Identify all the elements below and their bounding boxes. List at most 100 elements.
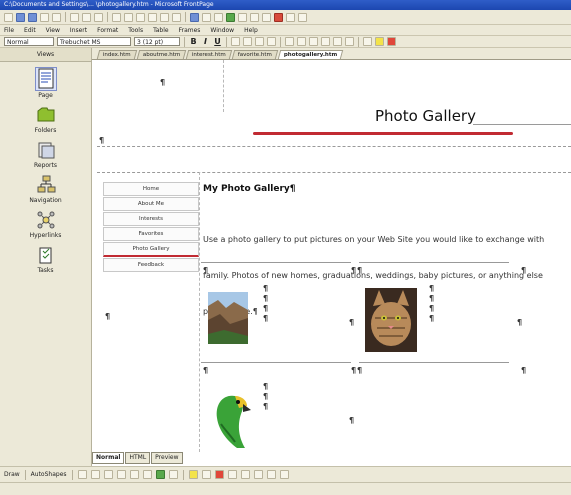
tab-preview[interactable]: Preview: [151, 452, 183, 464]
nav-interests-button[interactable]: Interests: [103, 212, 199, 226]
insert-picture-icon[interactable]: [226, 12, 235, 22]
align-center-icon[interactable]: [243, 37, 252, 46]
tab-favorite[interactable]: favorite.htm: [231, 50, 279, 59]
align-left-icon[interactable]: [231, 37, 240, 46]
italic-button[interactable]: I: [201, 37, 210, 46]
open-icon[interactable]: [16, 12, 25, 22]
tab-interest[interactable]: interest.htm: [185, 50, 233, 59]
insert-table-icon[interactable]: [202, 12, 211, 22]
view-page-label: Page: [38, 92, 53, 99]
line-style-icon[interactable]: [227, 470, 237, 479]
page-editor[interactable]: ¶ Photo Gallery ¶ Home About Me Interest…: [93, 60, 571, 452]
toolbar-separator: [226, 36, 227, 47]
help-icon[interactable]: [298, 12, 307, 22]
copy-icon[interactable]: [124, 12, 133, 22]
canyon-photo[interactable]: [208, 292, 248, 344]
format-painter-icon[interactable]: [148, 12, 157, 22]
dash-style-icon[interactable]: [240, 470, 250, 479]
menu-format[interactable]: Format: [97, 27, 118, 34]
nav-aboutme-button[interactable]: About Me: [103, 197, 199, 211]
menu-table[interactable]: Table: [153, 27, 169, 34]
bold-button[interactable]: B: [189, 37, 198, 46]
cut-icon[interactable]: [112, 12, 121, 22]
refresh-icon[interactable]: [262, 12, 271, 22]
line-icon[interactable]: [77, 470, 87, 479]
hyperlinks-view-icon: [37, 211, 54, 229]
show-all-icon[interactable]: [286, 12, 295, 22]
paste-icon[interactable]: [136, 12, 145, 22]
menu-tools[interactable]: Tools: [128, 27, 143, 34]
font-color-icon[interactable]: [387, 37, 396, 46]
font-dropdown[interactable]: Trebuchet MS: [57, 37, 131, 46]
folder-list-icon[interactable]: [52, 12, 61, 22]
web-component-icon[interactable]: [190, 12, 199, 22]
nav-favorites-button[interactable]: Favorites: [103, 227, 199, 241]
view-hyperlinks[interactable]: Hyperlinks: [16, 210, 76, 239]
nav-feedback-button[interactable]: Feedback: [103, 258, 199, 272]
increase-font-icon[interactable]: [285, 37, 294, 46]
view-navigation[interactable]: Navigation: [16, 175, 76, 204]
view-tasks-label: Tasks: [37, 267, 54, 274]
spelling-icon[interactable]: [94, 12, 103, 22]
cat-photo[interactable]: [365, 288, 417, 352]
menu-window[interactable]: Window: [210, 27, 234, 34]
insert-layer-icon[interactable]: [214, 12, 223, 22]
fill-color-icon[interactable]: [188, 470, 198, 479]
menu-edit[interactable]: Edit: [24, 27, 36, 34]
picture-icon[interactable]: [168, 470, 178, 479]
tab-aboutme[interactable]: aboutme.htm: [136, 50, 187, 59]
preview-icon[interactable]: [82, 12, 91, 22]
nav-photogallery-button[interactable]: Photo Gallery: [103, 242, 199, 257]
borders-icon[interactable]: [363, 37, 372, 46]
shadow-icon[interactable]: [266, 470, 276, 479]
nav-home-button[interactable]: Home: [103, 182, 199, 196]
rectangle-icon[interactable]: [103, 470, 113, 479]
toolbar-separator: [182, 469, 184, 480]
tab-html[interactable]: HTML: [125, 452, 151, 464]
view-page[interactable]: Page: [16, 67, 76, 99]
view-folders[interactable]: Folders: [16, 105, 76, 134]
menu-view[interactable]: View: [46, 27, 60, 34]
draw-menu[interactable]: Draw: [4, 471, 20, 478]
bullets-icon[interactable]: [321, 37, 330, 46]
decrease-indent-icon[interactable]: [333, 37, 342, 46]
highlight-icon[interactable]: [375, 37, 384, 46]
publish-icon[interactable]: [40, 12, 49, 22]
save-icon[interactable]: [28, 12, 37, 22]
arrow-style-icon[interactable]: [253, 470, 263, 479]
stop-icon[interactable]: [274, 12, 283, 22]
autoshapes-menu[interactable]: AutoShapes: [31, 471, 67, 478]
menu-insert[interactable]: Insert: [70, 27, 87, 34]
view-reports[interactable]: Reports: [16, 140, 76, 169]
draw-font-color-icon[interactable]: [214, 470, 224, 479]
print-icon[interactable]: [70, 12, 79, 22]
redo-icon[interactable]: [172, 12, 181, 22]
font-size-dropdown[interactable]: 3 (12 pt): [134, 37, 180, 46]
menu-file[interactable]: File: [4, 27, 14, 34]
line-color-icon[interactable]: [201, 470, 211, 479]
new-page-icon[interactable]: [4, 12, 13, 22]
tab-photogallery[interactable]: photogallery.htm: [277, 50, 344, 59]
style-dropdown[interactable]: Normal: [4, 37, 54, 46]
underline-button[interactable]: U: [213, 37, 222, 46]
undo-icon[interactable]: [160, 12, 169, 22]
drawing-icon[interactable]: [238, 12, 247, 22]
3d-icon[interactable]: [279, 470, 289, 479]
parrot-photo[interactable]: [205, 390, 251, 450]
menu-frames[interactable]: Frames: [179, 27, 201, 34]
oval-icon[interactable]: [116, 470, 126, 479]
tab-normal[interactable]: Normal: [92, 452, 125, 464]
justify-icon[interactable]: [267, 37, 276, 46]
arrow-icon[interactable]: [90, 470, 100, 479]
textbox-icon[interactable]: [129, 470, 139, 479]
clipart-icon[interactable]: [155, 470, 165, 479]
increase-indent-icon[interactable]: [345, 37, 354, 46]
decrease-font-icon[interactable]: [297, 37, 306, 46]
view-tasks[interactable]: Tasks: [16, 245, 76, 274]
tab-index[interactable]: index.htm: [96, 50, 138, 59]
menu-help[interactable]: Help: [244, 27, 258, 34]
align-right-icon[interactable]: [255, 37, 264, 46]
numbering-icon[interactable]: [309, 37, 318, 46]
wordart-icon[interactable]: [142, 470, 152, 479]
hyperlink-icon[interactable]: [250, 12, 259, 22]
